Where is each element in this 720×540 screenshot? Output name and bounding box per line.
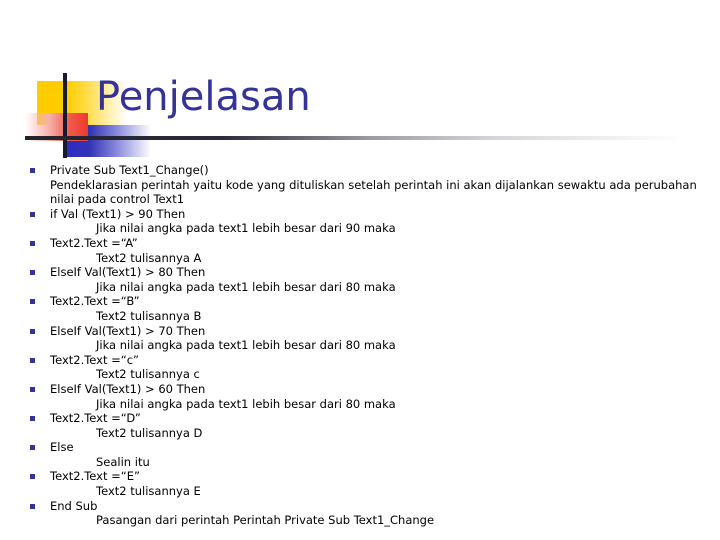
- body-text-line: Jika nilai angka pada text1 lebih besar …: [0, 338, 720, 353]
- line-text: Text2.Text =“E”: [50, 469, 140, 484]
- bullet-list-item: ElseIf Val(Text1) > 70 Then: [0, 324, 720, 339]
- body-text-line: Sealin itu: [0, 455, 720, 470]
- bullet-list-item: Text2.Text =“A”: [0, 236, 720, 251]
- body-text-line: Text2 tulisannya B: [0, 309, 720, 324]
- bullet-list-item: Else: [0, 440, 720, 455]
- square-bullet-icon: [30, 474, 35, 480]
- square-bullet-icon: [30, 168, 35, 173]
- decoration-horizontal-rule: [25, 136, 685, 140]
- line-text: Else: [50, 440, 74, 455]
- line-text: Text2.Text =“B”: [50, 294, 140, 309]
- body-text-line: Text2 tulisannya c: [0, 367, 720, 382]
- square-bullet-icon: [30, 270, 35, 276]
- line-text: Text2 tulisannya D: [96, 425, 203, 440]
- decoration-red-square: [25, 113, 88, 141]
- decoration-vertical-rule: [63, 73, 67, 158]
- body-text-line: Jika nilai angka pada text1 lebih besar …: [0, 221, 720, 236]
- slide-body: Private Sub Text1_Change() Pendeklarasian…: [0, 163, 720, 528]
- line-text: Text2 tulisannya B: [96, 308, 202, 323]
- line-text: Text2 tulisannya c: [96, 367, 200, 382]
- body-text-line: Text2 tulisannya A: [0, 251, 720, 266]
- bullet-list-item: Private Sub Text1_Change(): [0, 163, 720, 178]
- body-text-line: Jika nilai angka pada text1 lebih besar …: [0, 397, 720, 412]
- bullet-list-item: Text2.Text =“c”: [0, 353, 720, 368]
- page-title: Penjelasan: [96, 74, 311, 120]
- bullet-list-item: Text2.Text =“D”: [0, 411, 720, 426]
- line-text: Private Sub Text1_Change(): [50, 163, 209, 177]
- line-text: Jika nilai angka pada text1 lebih besar …: [96, 221, 396, 236]
- body-text-line: Text2 tulisannya E: [0, 484, 720, 499]
- line-text: Text2 tulisannya E: [96, 484, 201, 499]
- bullet-list-item: Text2.Text =“B”: [0, 294, 720, 309]
- square-bullet-icon: [30, 240, 35, 246]
- bullet-list-item: ElseIf Val(Text1) > 80 Then: [0, 265, 720, 280]
- line-text: ElseIf Val(Text1) > 80 Then: [50, 265, 206, 280]
- line-text: Text2 tulisannya A: [96, 250, 202, 265]
- line-text: Text2.Text =“A”: [50, 235, 138, 250]
- square-bullet-icon: [30, 416, 35, 422]
- bullet-list-item: ElseIf Val(Text1) > 60 Then: [0, 382, 720, 397]
- line-text: Text2.Text =“c”: [50, 352, 140, 367]
- bullet-list-item: End Sub: [0, 499, 720, 514]
- square-bullet-icon: [30, 445, 35, 451]
- line-text: Jika nilai angka pada text1 lebih besar …: [96, 338, 396, 353]
- body-text-line: Jika nilai angka pada text1 lebih besar …: [0, 280, 720, 295]
- line-text: ElseIf Val(Text1) > 60 Then: [50, 381, 206, 396]
- body-text-line: Pasangan dari perintah Perintah Private …: [0, 513, 720, 528]
- square-bullet-icon: [30, 328, 35, 334]
- line-text: Text2.Text =“D”: [50, 411, 141, 426]
- line-text: End Sub: [50, 498, 98, 513]
- square-bullet-icon: [30, 386, 35, 392]
- line-text: Pasangan dari perintah Perintah Private …: [96, 513, 435, 528]
- line-text: Jika nilai angka pada text1 lebih besar …: [96, 396, 396, 411]
- line-text: if Val (Text1) > 90 Then: [50, 206, 186, 221]
- bullet-list-item: Text2.Text =“E”: [0, 469, 720, 484]
- square-bullet-icon: [30, 357, 35, 363]
- line-text: Jika nilai angka pada text1 lebih besar …: [96, 279, 396, 294]
- line-text: ElseIf Val(Text1) > 70 Then: [50, 323, 206, 338]
- square-bullet-icon: [30, 211, 35, 217]
- square-bullet-icon: [30, 503, 35, 509]
- line-text: Pendeklarasian perintah yaitu kode yang …: [50, 177, 701, 207]
- body-text-line: Text2 tulisannya D: [0, 426, 720, 441]
- body-text-line: Pendeklarasian perintah yaitu kode yang …: [0, 178, 720, 207]
- square-bullet-icon: [30, 299, 35, 305]
- line-text: Sealin itu: [96, 454, 150, 469]
- bullet-list-item: if Val (Text1) > 90 Then: [0, 207, 720, 222]
- decoration-blue-square: [63, 125, 151, 157]
